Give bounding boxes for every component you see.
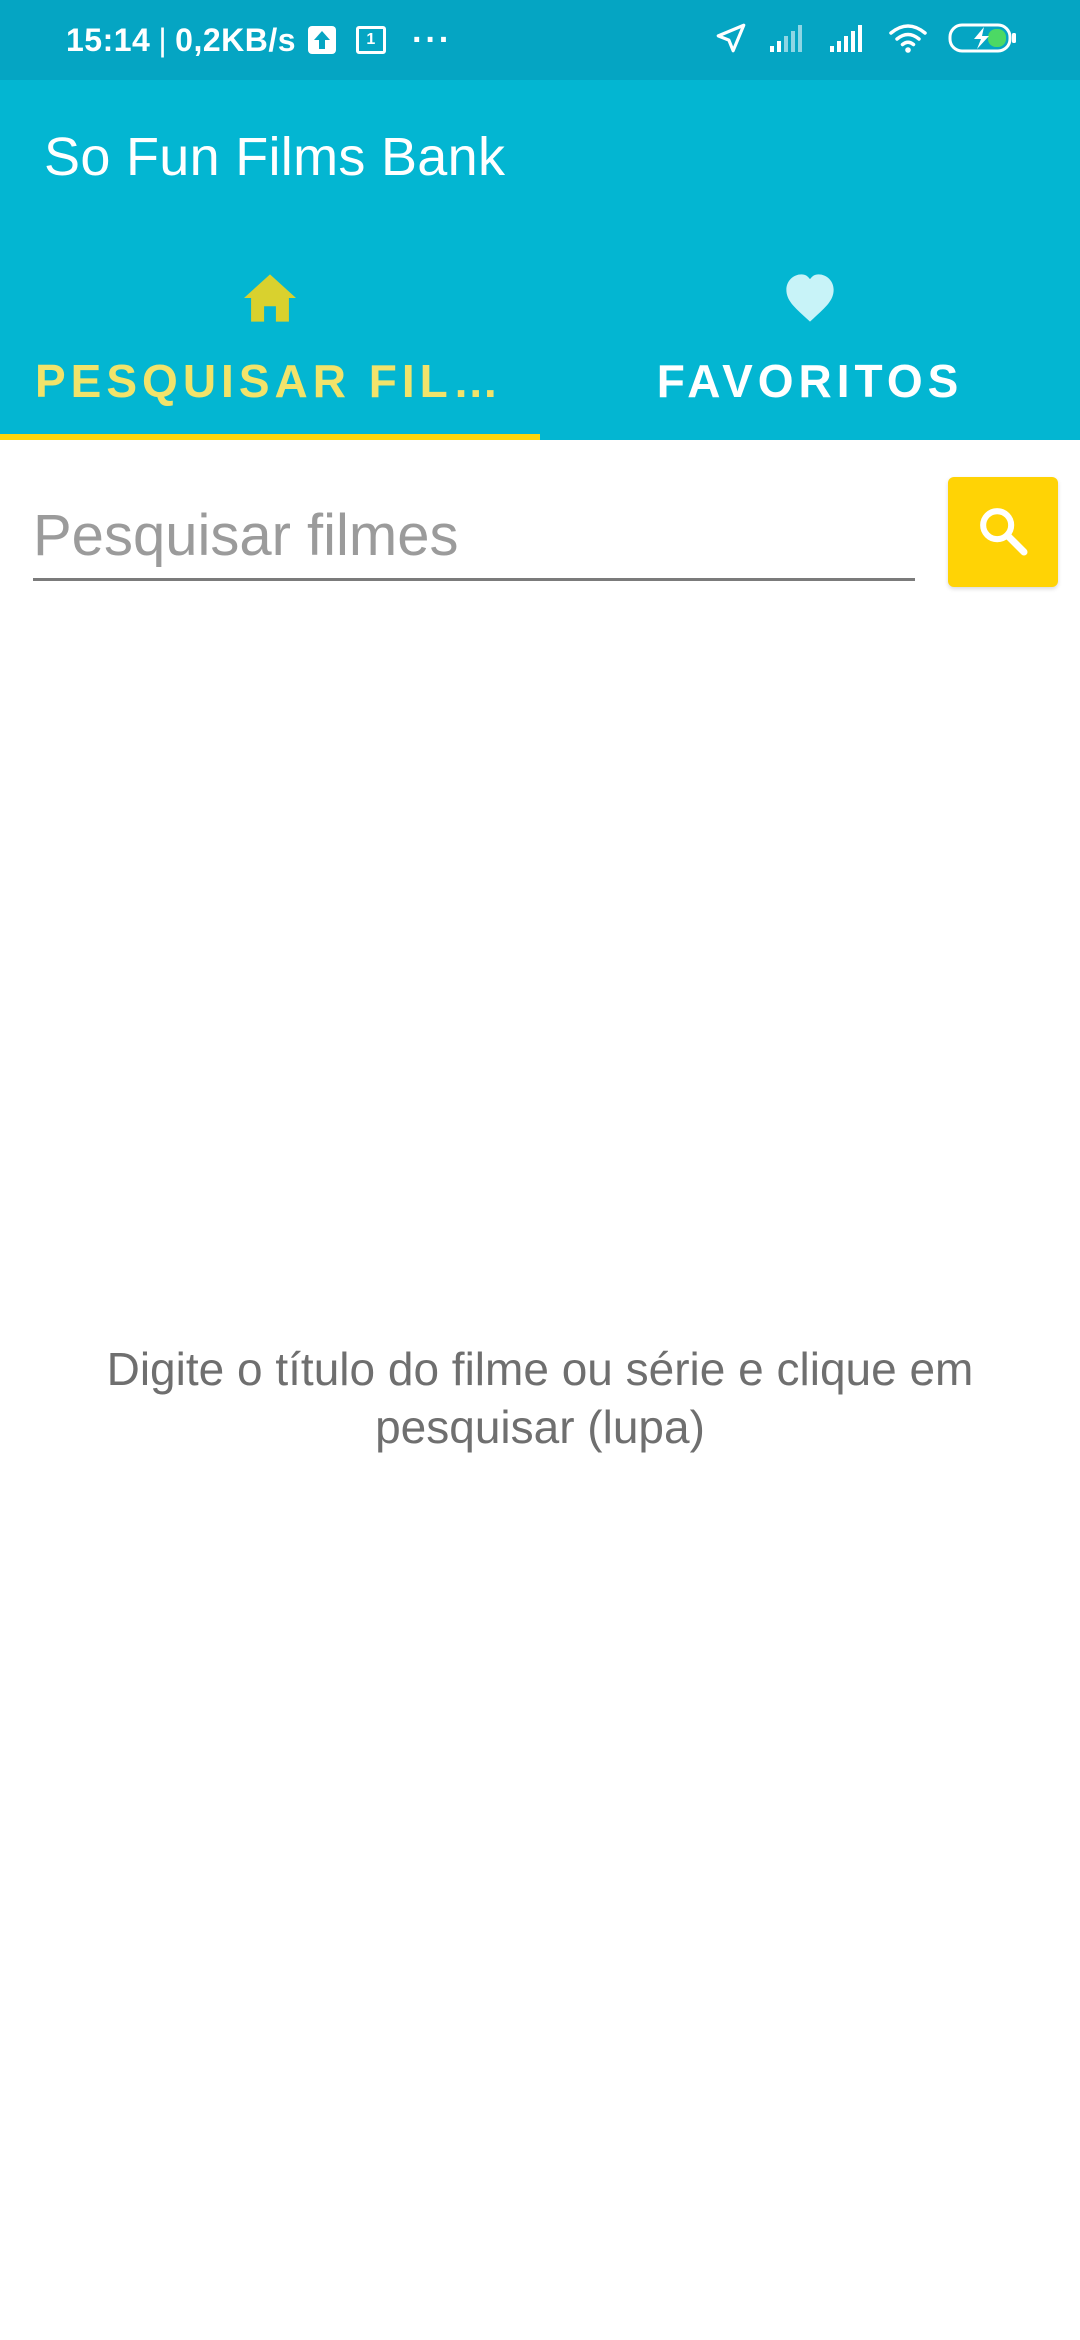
active-tab-indicator (0, 434, 540, 440)
tab-label: FAVORITOS (656, 355, 964, 407)
status-separator: | (158, 21, 168, 58)
search-input[interactable] (33, 492, 915, 581)
tab-label: PESQUISAR FILMES (35, 355, 505, 407)
signal-icon (768, 22, 808, 59)
network-speed: 0,2KB/s (175, 21, 297, 58)
search-icon (975, 503, 1031, 562)
tab-favoritos[interactable]: FAVORITOS (540, 250, 1080, 440)
more-notifications-icon: ··· (412, 20, 453, 59)
app-title: So Fun Films Bank (44, 127, 506, 187)
wifi-icon (888, 22, 928, 59)
empty-state-message: Digite o título do filme ou série e cliq… (106, 1343, 974, 1453)
location-icon (714, 21, 748, 60)
status-bar-left: 15:14 | 0,2KB/s 1 ··· (66, 0, 452, 80)
status-bar-right (714, 0, 1018, 80)
battery-charging-icon (948, 22, 1018, 59)
search-button[interactable] (948, 477, 1058, 587)
status-time: 15:14 (66, 21, 151, 58)
home-icon (240, 268, 300, 328)
signal-icon (828, 22, 868, 59)
app-bar: So Fun Films Bank PESQUISAR FILMES FAVOR… (0, 80, 1080, 440)
upload-icon (308, 26, 337, 54)
tab-pesquisar-filmes[interactable]: PESQUISAR FILMES (0, 250, 540, 440)
status-bar: 15:14 | 0,2KB/s 1 ··· (0, 0, 1080, 80)
calendar-icon: 1 (356, 26, 387, 54)
calendar-day: 1 (366, 31, 376, 48)
heart-icon (780, 268, 840, 328)
tab-bar: PESQUISAR FILMES FAVORITOS (0, 250, 1080, 440)
